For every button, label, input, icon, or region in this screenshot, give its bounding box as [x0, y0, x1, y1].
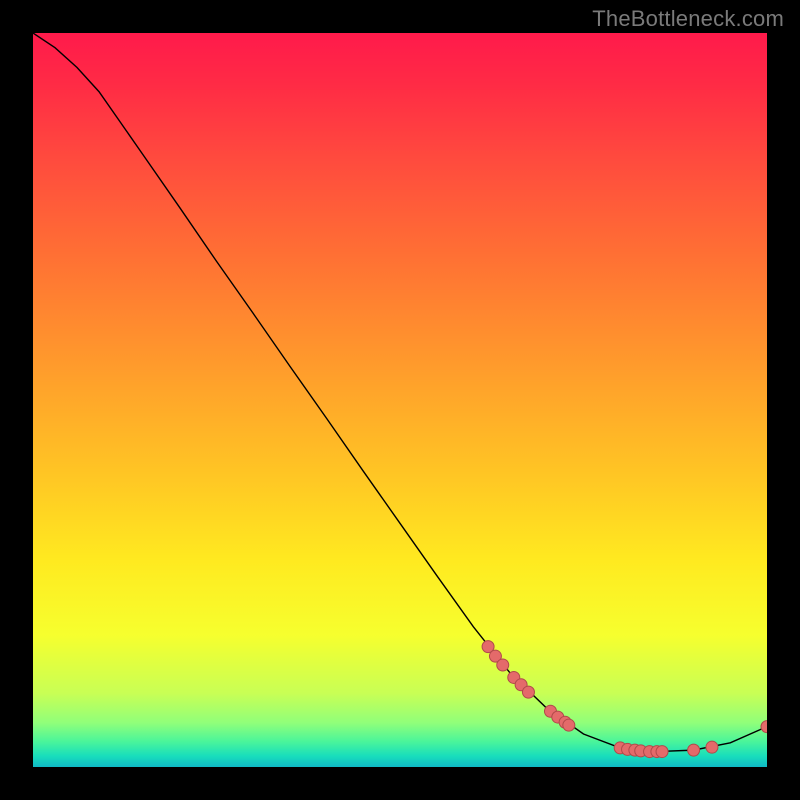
plot-area: [33, 33, 767, 767]
gradient-background: [33, 33, 767, 767]
data-point: [656, 746, 668, 758]
data-point: [563, 719, 575, 731]
chart-container: TheBottleneck.com: [0, 0, 800, 800]
watermark-text: TheBottleneck.com: [592, 6, 784, 32]
chart-svg: [33, 33, 767, 767]
data-point: [522, 686, 534, 698]
data-point: [706, 741, 718, 753]
data-point: [497, 659, 509, 671]
data-point: [688, 744, 700, 756]
